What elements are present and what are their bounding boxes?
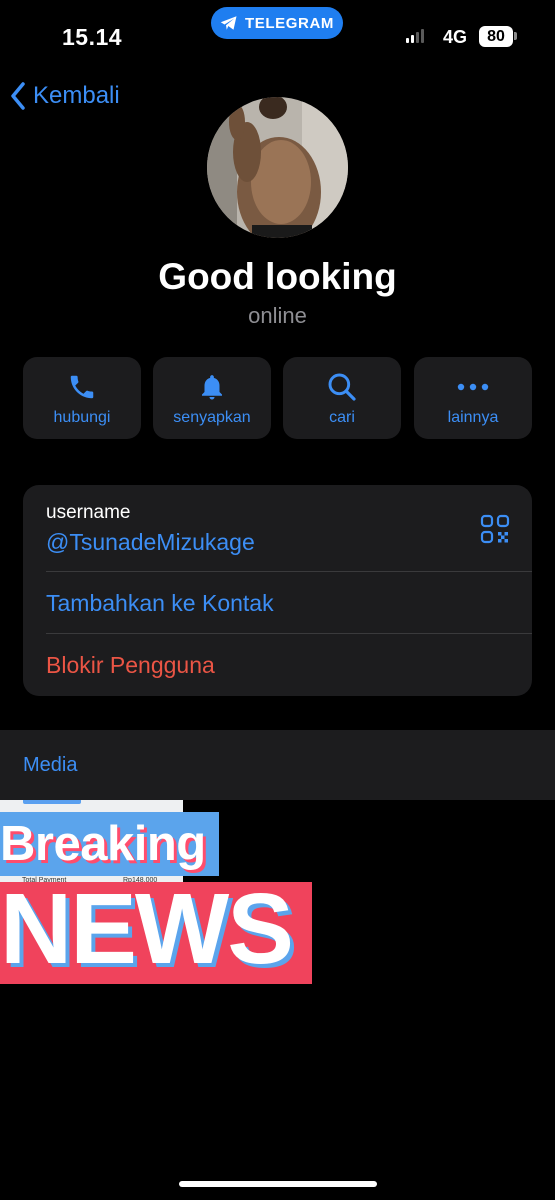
block-user-button[interactable]: Blokir Pengguna <box>46 652 215 679</box>
telegram-pill[interactable]: TELEGRAM <box>211 7 343 39</box>
divider <box>46 571 532 572</box>
divider <box>46 633 532 634</box>
clock: 15.14 <box>62 24 123 50</box>
thumb-highlight <box>23 800 81 804</box>
profile-name: Good looking <box>158 256 397 297</box>
battery-level: 80 <box>487 27 505 45</box>
search-button[interactable]: cari <box>283 357 401 439</box>
mute-label: senyapkan <box>173 409 251 426</box>
mute-button[interactable]: senyapkan <box>153 357 271 439</box>
media-tab-bar: Media <box>0 730 555 800</box>
qr-code-icon[interactable] <box>480 514 510 549</box>
username-label: username <box>46 502 131 523</box>
status-bar: 15.14 TELEGRAM 4G 80 <box>0 0 555 70</box>
search-icon <box>328 373 356 401</box>
telegram-icon <box>220 16 237 30</box>
phone-icon <box>70 375 94 399</box>
signal-icon <box>406 29 424 43</box>
info-card: username @TsunadeMizukage Tambahkan ke K… <box>23 485 532 696</box>
username-value[interactable]: @TsunadeMizukage <box>46 529 255 556</box>
add-contact-button[interactable]: Tambahkan ke Kontak <box>46 590 274 617</box>
battery-icon: 80 <box>479 26 513 47</box>
avatar[interactable] <box>207 97 348 238</box>
avatar-photo <box>207 97 348 238</box>
more-button[interactable]: lainnya <box>414 357 532 439</box>
network-type: 4G <box>443 27 468 47</box>
tab-media[interactable]: Media <box>23 754 77 777</box>
back-button[interactable]: Kembali <box>10 82 120 110</box>
call-label: hubungi <box>53 409 111 426</box>
home-indicator[interactable] <box>179 1181 377 1187</box>
more-label: lainnya <box>447 409 499 426</box>
chevron-left-icon <box>11 82 25 110</box>
news-text: NEWS <box>0 872 294 985</box>
more-icon <box>457 383 489 391</box>
telegram-pill-label: TELEGRAM <box>245 14 334 32</box>
breaking-text: Breaking <box>0 817 206 871</box>
search-label: cari <box>329 409 355 426</box>
bell-icon <box>202 375 222 400</box>
call-button[interactable]: hubungi <box>23 357 141 439</box>
back-label: Kembali <box>33 82 120 109</box>
presence-status: online <box>248 303 307 328</box>
battery-tip <box>514 32 517 40</box>
